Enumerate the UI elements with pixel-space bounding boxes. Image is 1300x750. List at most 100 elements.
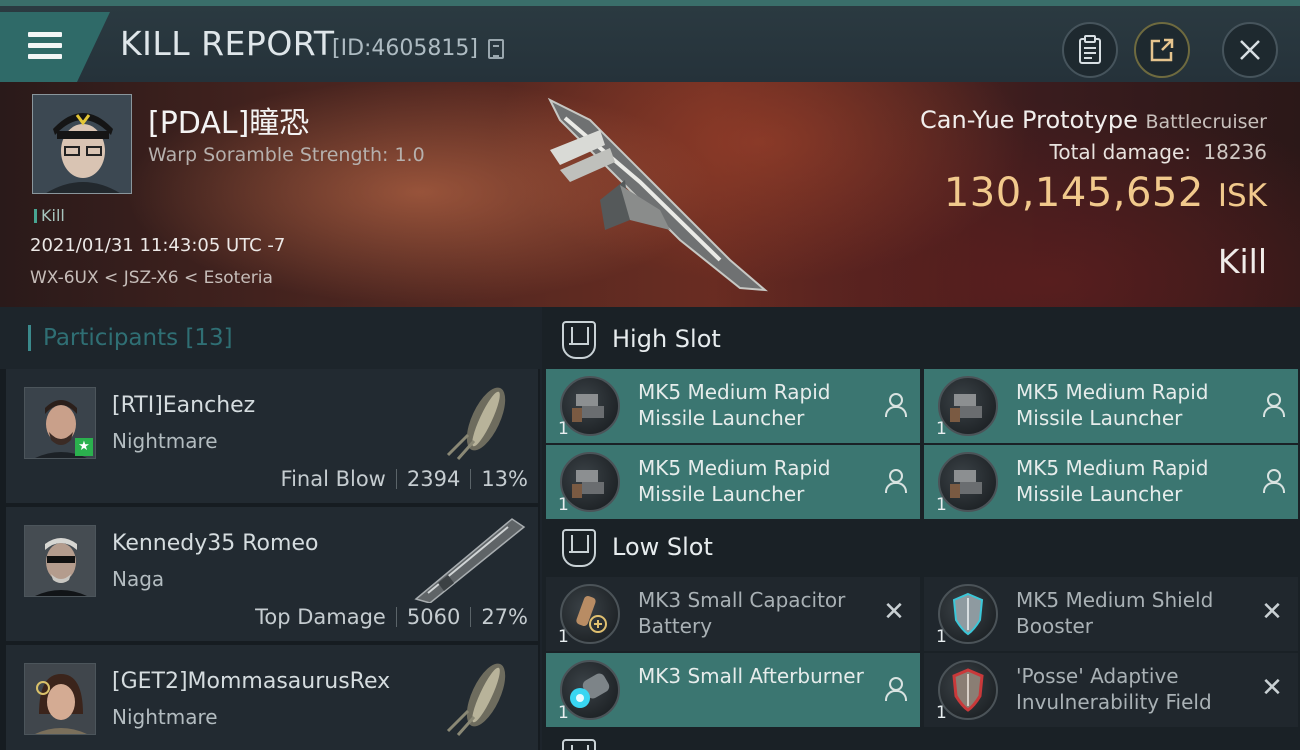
missile-launcher-icon-image — [950, 394, 982, 422]
high-slot-icon — [562, 321, 596, 359]
destroyed-x-icon: ✕ — [1261, 673, 1283, 703]
divider — [395, 469, 397, 489]
participant-stats: Top Damage 5060 27% — [255, 605, 528, 629]
module-quantity: 1 — [936, 495, 947, 515]
avatar-image — [25, 664, 95, 734]
menu-button[interactable] — [0, 12, 110, 82]
participant-role: Final Blow — [280, 467, 386, 491]
fitted-person-icon — [1262, 469, 1285, 493]
divider — [470, 469, 472, 489]
destroyed-x-icon: ✕ — [1261, 597, 1283, 627]
low-slot-icon — [562, 529, 596, 567]
total-damage-label: Total damage: — [1049, 140, 1192, 164]
victim-ship-image — [547, 97, 768, 292]
header-bar: KILL REPORT [ID:4605815] — [0, 0, 1300, 82]
participant-ship-image — [414, 518, 526, 603]
module-name: MK5 Medium Rapid Missile Launcher — [1016, 380, 1209, 430]
participant-ship-image — [446, 663, 506, 736]
module-item[interactable]: 1 MK3 Small Afterburner — [546, 653, 920, 727]
module-item[interactable]: 1 MK3 Small Capacitor Battery ✕ — [546, 577, 920, 651]
mid-slot-header — [548, 729, 1298, 750]
high-slot-label: High Slot — [612, 325, 721, 353]
participant-damage: 5060 — [406, 605, 461, 629]
module-quantity: 1 — [936, 703, 947, 723]
victim-banner: [PDAL]瞳恐 Warp Soramble Strength: 1.0 Kil… — [0, 82, 1300, 307]
module-item[interactable]: 1 MK5 Medium Rapid Missile Launcher — [924, 369, 1298, 443]
avatar[interactable]: ★ — [24, 387, 96, 459]
kill-report-window: KILL REPORT [ID:4605815] [PDAL]瞳恐 Warp S… — [0, 0, 1300, 750]
missile-launcher-icon-image — [572, 470, 604, 498]
divider — [470, 607, 472, 627]
participants-title: Participants [13] — [28, 325, 233, 351]
participant-row[interactable]: Kennedy35 Romeo Naga Top Damage 5060 27% — [6, 507, 538, 643]
isk-unit: ISK — [1217, 178, 1267, 214]
module-name: MK5 Medium Rapid Missile Launcher — [638, 380, 831, 430]
missile-launcher-icon — [560, 452, 620, 512]
participants-panel: Participants [13] ★ [RTI]Eanchez Nightma… — [0, 307, 540, 750]
participant-row[interactable]: ★ [RTI]Eanchez Nightmare Final Blow 2394 1… — [6, 369, 538, 505]
participant-ship-image — [446, 387, 506, 460]
invulnerability-field-icon — [938, 660, 998, 720]
total-damage-value: 18236 — [1203, 140, 1267, 164]
clipboard-button[interactable] — [1062, 22, 1118, 78]
timestamp: 2021/01/31 11:43:05 UTC -7 — [30, 235, 286, 256]
victim-ship: Can-Yue Prototype Battlecruiser — [920, 106, 1267, 134]
module-quantity: 1 — [936, 419, 947, 439]
copy-icon[interactable] — [488, 39, 504, 59]
fitting-panel: High Slot 1 MK5 Medium Rapid Missile Lau… — [542, 307, 1300, 750]
module-item[interactable]: 1 MK5 Medium Rapid Missile Launcher — [546, 369, 920, 443]
ship-name: Can-Yue Prototype — [920, 106, 1138, 134]
victim-portrait[interactable] — [32, 94, 132, 194]
module-item[interactable]: 1 MK5 Medium Rapid Missile Launcher — [546, 445, 920, 519]
module-name: MK3 Small Afterburner — [638, 664, 864, 688]
report-id: [ID:4605815] — [332, 36, 478, 61]
fitted-person-icon — [1262, 393, 1285, 417]
warp-scramble-strength: Warp Soramble Strength: 1.0 — [148, 144, 425, 166]
close-icon — [1240, 40, 1260, 60]
fitted-person-icon — [884, 677, 907, 701]
location: WX-6UX < JSZ-X6 < Esoteria — [30, 268, 273, 288]
module-item[interactable]: 1 'Posse' Adaptive Invulnerability Field… — [924, 653, 1298, 727]
close-button[interactable] — [1222, 22, 1278, 78]
participants-count: [13] — [185, 325, 233, 351]
fitted-person-icon — [884, 469, 907, 493]
divider — [395, 607, 397, 627]
participant-name: [RTI]Eanchez — [112, 393, 256, 418]
capacitor-battery-icon-image — [576, 595, 607, 633]
hamburger-icon-bar — [28, 43, 62, 48]
missile-launcher-icon — [560, 376, 620, 436]
total-damage: Total damage: 18236 — [1050, 140, 1267, 164]
share-button[interactable] — [1134, 22, 1190, 78]
module-item[interactable]: 1 MK5 Medium Rapid Missile Launcher — [924, 445, 1298, 519]
module-name: 'Posse' Adaptive Invulnerability Field — [1016, 664, 1212, 714]
low-slot-header: Low Slot — [548, 519, 1298, 577]
low-slot-label: Low Slot — [612, 533, 713, 561]
avatar[interactable] — [24, 525, 96, 597]
module-name: MK5 Medium Rapid Missile Launcher — [638, 456, 831, 506]
isk-amount: 130,145,652 — [943, 170, 1204, 216]
shield-booster-icon — [938, 584, 998, 644]
module-quantity: 1 — [558, 703, 569, 723]
mid-slot-icon — [562, 739, 596, 750]
participant-role: Top Damage — [255, 605, 386, 629]
ship-class: Battlecruiser — [1145, 111, 1267, 133]
participant-damage: 2394 — [406, 467, 461, 491]
high-slot-header: High Slot — [548, 311, 1298, 369]
module-item[interactable]: 1 MK5 Medium Shield Booster ✕ — [924, 577, 1298, 651]
participant-ship: Naga — [112, 567, 165, 591]
hamburger-icon-bar — [28, 54, 62, 59]
participant-percent: 13% — [481, 467, 528, 491]
capacitor-battery-icon — [560, 584, 620, 644]
result-label: Kill — [1217, 242, 1267, 281]
participants-header: Participants [13] — [0, 307, 540, 369]
avatar[interactable] — [24, 663, 96, 735]
victim-avatar-image — [33, 95, 131, 193]
participant-percent: 27% — [481, 605, 528, 629]
invulnerability-field-icon-image — [952, 668, 984, 712]
participant-row[interactable]: [GET2]MommasaurusRex Nightmare — [6, 645, 538, 750]
share-icon — [1150, 38, 1174, 62]
afterburner-icon — [560, 660, 620, 720]
kill-tag: Kill — [34, 206, 65, 225]
afterburner-icon-image — [570, 673, 610, 708]
missile-launcher-icon — [938, 376, 998, 436]
